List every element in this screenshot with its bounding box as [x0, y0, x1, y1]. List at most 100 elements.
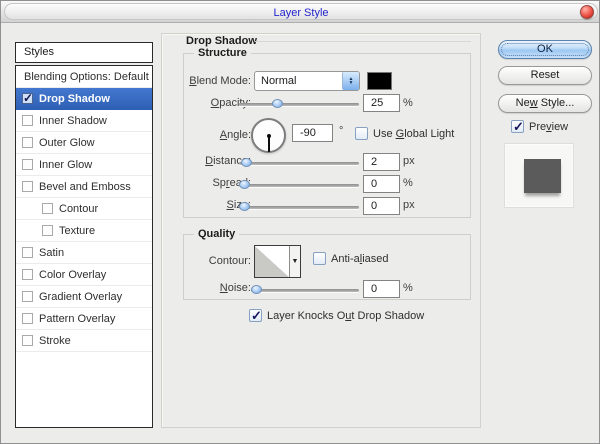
opacity-unit: % — [403, 97, 413, 109]
noise-input[interactable]: 0 — [363, 280, 400, 298]
quality-legend: Quality — [194, 228, 239, 240]
sidebar-item-label: Pattern Overlay — [39, 313, 115, 325]
layer-knockout-checkbox[interactable] — [249, 309, 262, 322]
reset-button[interactable]: Reset — [498, 66, 592, 85]
opacity-label: Opacity: — [161, 97, 251, 109]
sidebar-item-label: Color Overlay — [39, 269, 106, 281]
sidebar-item-label: Inner Shadow — [39, 115, 107, 127]
layer-knockout-label: Layer Knocks Out Drop Shadow — [267, 310, 424, 322]
angle-label: Angle: — [161, 129, 251, 141]
divider — [255, 41, 471, 42]
opacity-input[interactable]: 25 — [363, 94, 400, 112]
checkbox[interactable] — [22, 115, 33, 126]
sidebar-item-contour[interactable]: Contour — [16, 198, 152, 220]
page-title: Drop Shadow — [186, 35, 257, 47]
style-preview-thumbnail — [504, 143, 574, 208]
title-bar[interactable]: Layer Style — [1, 1, 600, 23]
size-slider-thumb[interactable] — [239, 202, 250, 211]
sidebar-item-drop-shadow[interactable]: Drop Shadow — [16, 88, 152, 110]
close-button[interactable] — [580, 5, 594, 19]
blend-mode-value: Normal — [255, 75, 342, 87]
checkbox[interactable] — [22, 93, 33, 104]
preview-square — [524, 159, 561, 193]
sidebar-item-label: Drop Shadow — [39, 93, 110, 105]
title-bar-inner: Layer Style — [4, 3, 598, 20]
blend-mode-select[interactable]: Normal ▲▼ — [254, 71, 360, 91]
blend-mode-label: Blend Mode: — [161, 75, 251, 87]
sidebar-item-label: Gradient Overlay — [39, 291, 122, 303]
ok-button[interactable]: OK — [498, 40, 592, 59]
size-unit: px — [403, 199, 415, 211]
sidebar-item-blending-options[interactable]: Blending Options: Default — [16, 66, 152, 88]
sidebar-item-label: Contour — [59, 203, 98, 215]
distance-unit: px — [403, 155, 415, 167]
preview-label: Preview — [529, 121, 568, 133]
sidebar-item-label: Satin — [39, 247, 64, 259]
angle-dial-center — [267, 134, 271, 138]
chevron-down-icon[interactable]: ▼ — [289, 246, 300, 277]
checkbox[interactable] — [22, 181, 33, 192]
sidebar-item-satin[interactable]: Satin — [16, 242, 152, 264]
sidebar-item-label: Inner Glow — [39, 159, 92, 171]
sidebar-item-inner-glow[interactable]: Inner Glow — [16, 154, 152, 176]
spread-input[interactable]: 0 — [363, 175, 400, 193]
opacity-slider[interactable] — [239, 103, 359, 106]
spread-slider[interactable] — [239, 184, 359, 187]
styles-header: Styles — [15, 42, 153, 63]
sidebar-item-outer-glow[interactable]: Outer Glow — [16, 132, 152, 154]
size-label: Size: — [161, 199, 251, 211]
sidebar-item-bevel-and-emboss[interactable]: Bevel and Emboss — [16, 176, 152, 198]
checkbox[interactable] — [42, 203, 53, 214]
contour-picker[interactable]: ▼ — [254, 245, 301, 278]
shadow-color-swatch[interactable] — [367, 72, 392, 90]
noise-slider-thumb[interactable] — [251, 285, 262, 294]
angle-dial[interactable] — [251, 118, 286, 153]
distance-slider-thumb[interactable] — [241, 158, 252, 167]
checkbox[interactable] — [22, 269, 33, 280]
size-slider[interactable] — [239, 206, 359, 209]
styles-list: Blending Options: Default Drop Shadow In… — [15, 65, 153, 428]
angle-input[interactable]: -90 — [292, 124, 333, 142]
sidebar-item-stroke[interactable]: Stroke — [16, 330, 152, 352]
sidebar-item-label: Bevel and Emboss — [39, 181, 131, 193]
sidebar-item-label: Outer Glow — [39, 137, 95, 149]
use-global-light-checkbox[interactable] — [355, 127, 368, 140]
checkbox[interactable] — [22, 291, 33, 302]
sidebar-item-label: Blending Options: Default — [24, 71, 149, 83]
layer-style-dialog: Layer Style Styles Blending Options: Def… — [0, 0, 600, 444]
checkbox[interactable] — [22, 313, 33, 324]
sidebar-item-texture[interactable]: Texture — [16, 220, 152, 242]
sidebar-item-inner-shadow[interactable]: Inner Shadow — [16, 110, 152, 132]
checkbox[interactable] — [22, 137, 33, 148]
checkbox[interactable] — [22, 247, 33, 258]
sidebar-item-gradient-overlay[interactable]: Gradient Overlay — [16, 286, 152, 308]
sidebar-item-label: Texture — [59, 225, 95, 237]
distance-slider[interactable] — [239, 162, 359, 165]
angle-dial-pointer — [268, 136, 270, 152]
preview-checkbox[interactable] — [511, 120, 524, 133]
contour-label: Contour: — [161, 255, 251, 267]
checkbox[interactable] — [22, 159, 33, 170]
noise-slider[interactable] — [251, 289, 359, 292]
sidebar-item-color-overlay[interactable]: Color Overlay — [16, 264, 152, 286]
noise-unit: % — [403, 282, 413, 294]
spread-slider-thumb[interactable] — [239, 180, 250, 189]
anti-aliased-label: Anti-aliased — [331, 253, 389, 265]
checkbox[interactable] — [22, 335, 33, 346]
new-style-button[interactable]: New Style... — [498, 94, 592, 113]
structure-legend: Structure — [194, 47, 251, 59]
checkbox[interactable] — [42, 225, 53, 236]
window-title: Layer Style — [5, 7, 597, 19]
use-global-light-label: Use Global Light — [373, 128, 454, 140]
angle-unit: ° — [339, 125, 343, 137]
combo-arrows-icon: ▲▼ — [342, 72, 359, 90]
size-input[interactable]: 0 — [363, 197, 400, 215]
opacity-slider-thumb[interactable] — [272, 99, 283, 108]
distance-label: Distance: — [161, 155, 251, 167]
distance-input[interactable]: 2 — [363, 153, 400, 171]
sidebar-item-label: Stroke — [39, 335, 71, 347]
spread-label: Spread: — [161, 177, 251, 189]
sidebar-item-pattern-overlay[interactable]: Pattern Overlay — [16, 308, 152, 330]
anti-aliased-checkbox[interactable] — [313, 252, 326, 265]
spread-unit: % — [403, 177, 413, 189]
